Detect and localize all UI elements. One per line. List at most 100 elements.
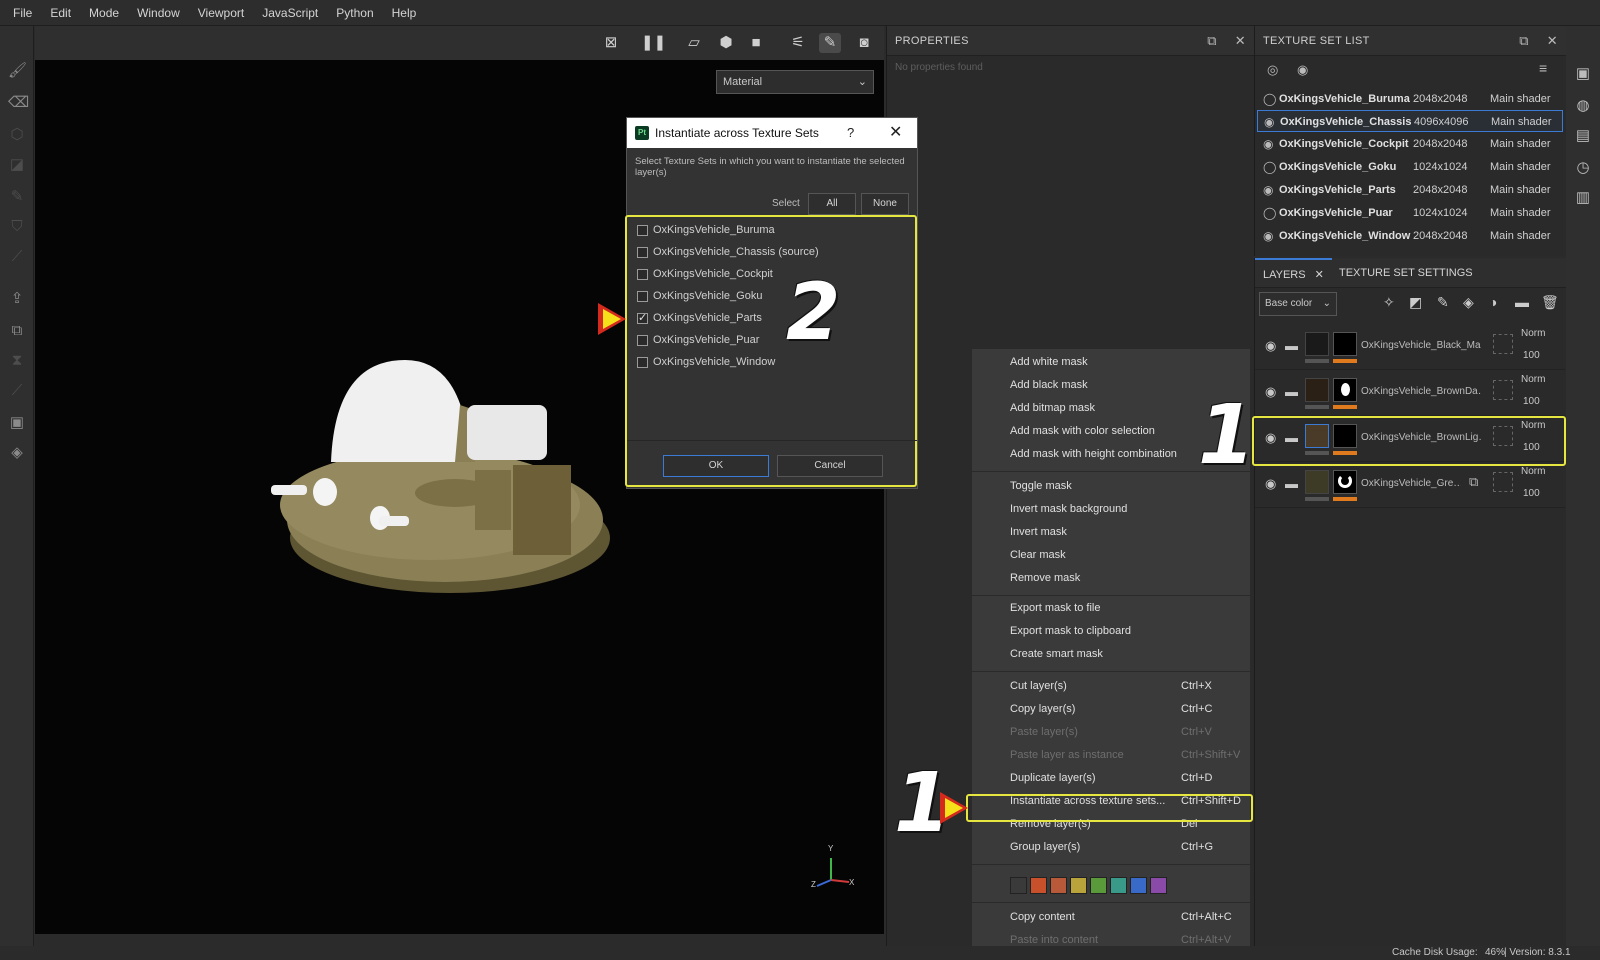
checkbox-label[interactable]: OxKingsVehicle_Cockpit <box>653 268 773 280</box>
paint-mode-icon[interactable]: ✎ <box>819 33 841 53</box>
checkbox-label[interactable]: OxKingsVehicle_Window <box>653 356 775 368</box>
projection-icon[interactable]: ⬡ <box>8 126 26 144</box>
menu-item-invert-mask[interactable]: Invert mask <box>1010 526 1067 538</box>
eye-icon[interactable]: ◉ <box>1263 225 1273 247</box>
blend-mode[interactable]: Norm <box>1521 328 1545 339</box>
eye-icon[interactable]: ◉ <box>1297 62 1308 78</box>
eye-icon[interactable]: ◯ <box>1263 202 1276 224</box>
history-icon[interactable]: ◷ <box>1574 158 1592 176</box>
blend-mode[interactable]: Norm <box>1521 374 1545 385</box>
menu-item-remove-mask[interactable]: Remove mask <box>1010 572 1080 584</box>
mesh-icon[interactable]: ◈ <box>8 444 26 462</box>
color-swatch[interactable] <box>1030 877 1047 894</box>
menu-edit[interactable]: Edit <box>41 0 80 26</box>
texture-set-checkbox[interactable] <box>637 225 648 236</box>
texture-set-checkbox[interactable] <box>637 311 648 324</box>
texture-set-checkbox[interactable] <box>637 291 648 302</box>
shelf-icon[interactable]: ▤ <box>1574 126 1592 144</box>
add-paint-layer-icon[interactable]: ✎ <box>1437 294 1449 311</box>
add-smart-material-icon[interactable]: ◑ <box>1489 294 1497 310</box>
layer-opacity[interactable]: 100 <box>1523 350 1540 361</box>
checkbox-label[interactable]: OxKingsVehicle_Buruma <box>653 224 775 236</box>
close-icon[interactable]: ✕ <box>1315 269 1324 281</box>
add-mask-icon[interactable]: ◩ <box>1409 294 1422 311</box>
menu-item-add-black-mask[interactable]: Add black mask <box>1010 379 1088 391</box>
dialog-close-button[interactable]: ✕ <box>889 118 902 148</box>
menu-file[interactable]: File <box>4 0 41 26</box>
texture-set-shader[interactable]: Main shader <box>1490 156 1551 178</box>
help-button[interactable]: ? <box>847 118 854 148</box>
menu-help[interactable]: Help <box>383 0 426 26</box>
texture-set-shader[interactable]: Main shader <box>1490 202 1551 224</box>
texture-set-checkbox[interactable] <box>637 269 648 280</box>
undock-icon[interactable]: ⧉ <box>1207 33 1217 48</box>
bake-icon[interactable]: ▣ <box>8 414 26 432</box>
mask-placeholder[interactable] <box>1493 334 1513 354</box>
texture-set-row[interactable]: ◉ OxKingsVehicle_Chassis 4096x4096 Main … <box>1257 110 1563 132</box>
texture-set-row[interactable]: ◯ OxKingsVehicle_Buruma 2048x2048 Main s… <box>1257 88 1563 110</box>
mask-placeholder[interactable] <box>1493 472 1513 492</box>
texture-set-shader[interactable]: Main shader <box>1491 111 1552 133</box>
color-picker-icon[interactable]: ⟋ <box>8 248 26 266</box>
menu-item-cut-layers[interactable]: Cut layer(s) <box>1010 680 1067 692</box>
tab-texture-set-settings[interactable]: TEXTURE SET SETTINGS <box>1331 258 1481 288</box>
bake-export-icon[interactable]: ⇪ <box>8 290 26 308</box>
menu-item-add-bitmap-mask[interactable]: Add bitmap mask <box>1010 402 1095 414</box>
eye-icon[interactable]: ◯ <box>1263 156 1276 178</box>
display-settings-icon[interactable]: ▣ <box>1574 64 1592 82</box>
menu-item-add-white-mask[interactable]: Add white mask <box>1010 356 1088 368</box>
undock-icon[interactable]: ⧉ <box>1519 33 1529 48</box>
texture-set-checkbox[interactable] <box>637 357 648 368</box>
eye-icon[interactable]: ◉ <box>1265 338 1276 354</box>
menu-item-group-layers[interactable]: Group layer(s) <box>1010 841 1080 853</box>
menu-item-copy-layers[interactable]: Copy layer(s) <box>1010 703 1075 715</box>
menu-viewport[interactable]: Viewport <box>189 0 253 26</box>
material-select[interactable]: Material ⌄ <box>716 70 874 94</box>
texture-set-row[interactable]: ◯ OxKingsVehicle_Puar 1024x1024 Main sha… <box>1257 202 1563 224</box>
mask-placeholder[interactable] <box>1493 380 1513 400</box>
log-icon[interactable]: ▥ <box>1574 188 1592 206</box>
no-color-swatch[interactable] <box>1010 877 1027 894</box>
symmetry-icon[interactable]: ⚟ <box>787 33 809 53</box>
layer-opacity[interactable]: 100 <box>1523 396 1540 407</box>
color-swatch[interactable] <box>1070 877 1087 894</box>
eye-icon[interactable]: ◯ <box>1263 88 1276 110</box>
checkbox-label[interactable]: OxKingsVehicle_Goku <box>653 290 762 302</box>
menu-item-create-smart-mask[interactable]: Create smart mask <box>1010 648 1103 660</box>
menu-mode[interactable]: Mode <box>80 0 128 26</box>
paint-brush-icon[interactable]: 🖌 <box>8 62 27 80</box>
select-all-button[interactable]: All <box>808 193 856 215</box>
select-none-button[interactable]: None <box>861 193 909 215</box>
add-fill-layer-icon[interactable]: ◈ <box>1463 294 1474 311</box>
checkbox-label[interactable]: OxKingsVehicle_Chassis (source) <box>653 246 819 258</box>
texture-set-checkbox[interactable] <box>637 335 648 346</box>
view-3d-icon[interactable]: ⬢ <box>715 33 737 53</box>
delete-layer-icon[interactable]: 🗑 <box>1541 294 1559 311</box>
material-picker-icon[interactable]: ⧉ <box>8 322 26 340</box>
menu-item-export-mask-clipboard[interactable]: Export mask to clipboard <box>1010 625 1131 637</box>
menu-item-clear-mask[interactable]: Clear mask <box>1010 549 1066 561</box>
eye-icon[interactable]: ◉ <box>1263 133 1273 155</box>
texture-set-shader[interactable]: Main shader <box>1490 88 1551 110</box>
close-icon[interactable]: ✕ <box>1235 33 1246 48</box>
add-folder-icon[interactable]: ▬ <box>1515 294 1529 310</box>
color-swatch[interactable] <box>1130 877 1147 894</box>
close-icon[interactable]: ✕ <box>1547 33 1558 48</box>
layer-mask-thumbnail[interactable] <box>1333 470 1357 494</box>
texture-set-shader[interactable]: Main shader <box>1490 133 1551 155</box>
menu-item-copy-content[interactable]: Copy content <box>1010 911 1075 923</box>
screenshot-icon[interactable]: ◙ <box>853 33 875 53</box>
texture-set-row[interactable]: ◉ OxKingsVehicle_Parts 2048x2048 Main sh… <box>1257 179 1563 201</box>
add-effect-icon[interactable]: ✧ <box>1383 294 1395 311</box>
eye-icon[interactable]: ◉ <box>1265 384 1276 400</box>
layer-opacity[interactable]: 100 <box>1523 488 1540 499</box>
channel-select[interactable]: Base color ⌄ <box>1259 292 1337 316</box>
layer-row[interactable]: ◉ ▬ OxKingsVehicle_BrownDa… Norm 100 <box>1255 372 1565 416</box>
eye-icon[interactable]: ◉ <box>1263 179 1273 201</box>
menu-item-add-mask-height[interactable]: Add mask with height combination <box>1010 448 1177 460</box>
cancel-button[interactable]: Cancel <box>777 455 883 477</box>
ok-button[interactable]: OK <box>663 455 769 477</box>
hourglass-icon[interactable]: ⧗ <box>8 352 26 370</box>
texture-set-shader[interactable]: Main shader <box>1490 225 1551 247</box>
geometry-fill-icon[interactable]: ◪ <box>8 156 26 174</box>
